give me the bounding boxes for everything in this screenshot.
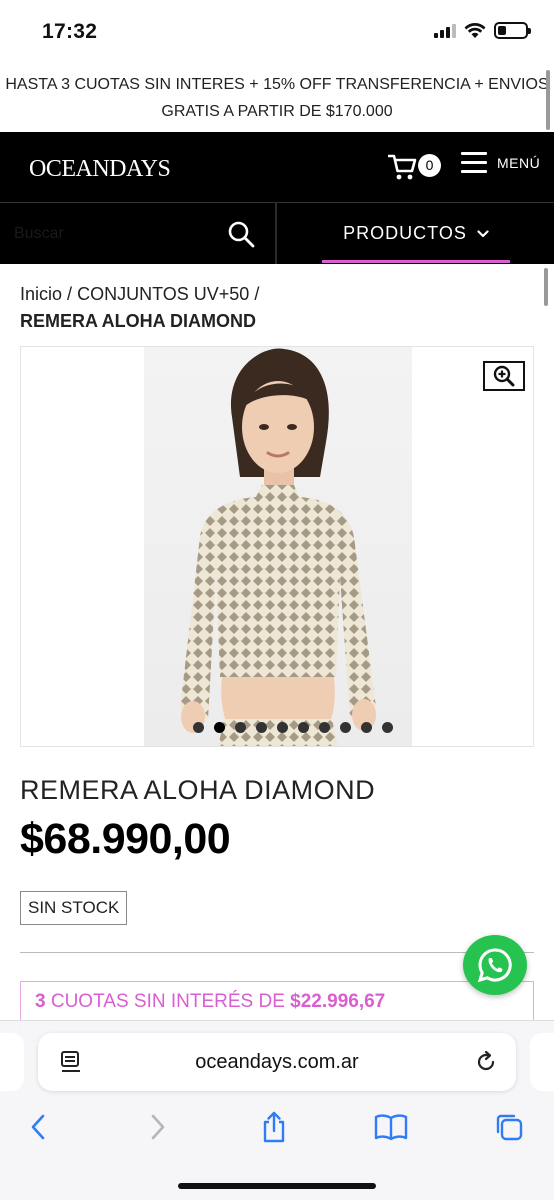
- installments-count: 3: [35, 991, 46, 1012]
- product-image[interactable]: [144, 347, 412, 746]
- forward-button[interactable]: [138, 1107, 178, 1147]
- gallery-dot[interactable]: [277, 722, 288, 733]
- installments-text: CUOTAS SIN INTERÉS DE: [50, 991, 285, 1012]
- divider: [20, 952, 534, 953]
- share-button[interactable]: [254, 1107, 294, 1147]
- breadcrumb-separator: /: [67, 284, 73, 304]
- gallery-dot[interactable]: [319, 722, 330, 733]
- breadcrumb-current: REMERA ALOHA DIAMOND: [20, 311, 256, 331]
- status-time: 17:32: [42, 20, 98, 43]
- share-icon: [263, 1111, 285, 1143]
- products-dropdown[interactable]: PRODUCTOS: [322, 203, 510, 264]
- gallery-dot[interactable]: [256, 722, 267, 733]
- cellular-signal-icon: [434, 23, 456, 38]
- menu-label: MENÚ: [497, 155, 541, 171]
- zoom-in-icon: [493, 365, 515, 387]
- installments-amount: $22.996,67: [290, 991, 386, 1012]
- product-price: $68.990,00: [20, 815, 231, 863]
- bookmarks-button[interactable]: [371, 1107, 411, 1147]
- banner-scrollbar[interactable]: [546, 70, 550, 130]
- search-icon: [228, 221, 255, 248]
- breadcrumb-separator: /: [254, 284, 260, 304]
- status-bar: 17:32: [0, 0, 554, 64]
- next-tab-preview[interactable]: [530, 1033, 554, 1091]
- product-gallery[interactable]: [20, 346, 534, 747]
- tabs-icon: [496, 1114, 523, 1141]
- gallery-dot[interactable]: [193, 722, 204, 733]
- search-button[interactable]: [226, 219, 256, 249]
- reload-icon[interactable]: [474, 1050, 498, 1074]
- whatsapp-icon: [477, 948, 512, 983]
- wifi-icon: [464, 22, 486, 38]
- gallery-dot[interactable]: [361, 722, 372, 733]
- search-nav-row: PRODUCTOS: [0, 202, 554, 264]
- gallery-dot[interactable]: [382, 722, 393, 733]
- browser-toolbar: [0, 1107, 554, 1147]
- zoom-button[interactable]: [483, 361, 525, 391]
- battery-icon: [494, 22, 531, 39]
- previous-tab-preview[interactable]: [0, 1033, 24, 1091]
- nav-divider: [275, 203, 277, 264]
- whatsapp-button[interactable]: [463, 935, 527, 995]
- breadcrumb-category[interactable]: CONJUNTOS UV+50: [77, 284, 249, 304]
- browser-chrome: oceandays.com.ar: [0, 1020, 554, 1200]
- address-bar[interactable]: oceandays.com.ar: [38, 1033, 516, 1091]
- home-indicator: [178, 1183, 376, 1189]
- products-active-underline: [322, 260, 510, 263]
- gallery-dot[interactable]: [298, 722, 309, 733]
- cart-button[interactable]: 0: [388, 151, 442, 183]
- chevron-right-icon: [151, 1114, 165, 1140]
- breadcrumb: Inicio / CONJUNTOS UV+50 / REMERA ALOHA …: [20, 281, 259, 335]
- gallery-dot-active[interactable]: [214, 722, 225, 733]
- cart-count-badge: 0: [418, 154, 441, 177]
- gallery-dot[interactable]: [235, 722, 246, 733]
- promo-line-1: HASTA 3 CUOTAS SIN INTERES + 15% OFF TRA…: [5, 76, 549, 93]
- gallery-pagination: [21, 722, 533, 733]
- gallery-dot[interactable]: [340, 722, 351, 733]
- back-button[interactable]: [18, 1107, 58, 1147]
- menu-button[interactable]: MENÚ: [461, 152, 540, 174]
- url-text: oceandays.com.ar: [195, 1051, 359, 1073]
- chevron-down-icon: [477, 229, 489, 237]
- promo-banner: HASTA 3 CUOTAS SIN INTERES + 15% OFF TRA…: [0, 64, 554, 132]
- tabs-button[interactable]: [489, 1107, 529, 1147]
- product-title: REMERA ALOHA DIAMOND: [20, 775, 376, 805]
- stock-badge: SIN STOCK: [20, 891, 128, 925]
- site-logo[interactable]: OCEANDAYS: [29, 156, 171, 183]
- model-illustration: [180, 348, 376, 746]
- status-icons: [434, 22, 531, 39]
- site-header: OCEANDAYS 0 MENÚ: [0, 132, 554, 202]
- promo-line-2: GRATIS A PARTIR DE $170.000: [161, 103, 393, 120]
- page-scrollbar[interactable]: [544, 268, 548, 306]
- breadcrumb-home[interactable]: Inicio: [20, 284, 62, 304]
- cart-icon: [388, 154, 417, 180]
- book-icon: [374, 1114, 408, 1141]
- hamburger-icon: [461, 152, 487, 174]
- products-label: PRODUCTOS: [343, 223, 467, 243]
- chevron-left-icon: [31, 1114, 45, 1140]
